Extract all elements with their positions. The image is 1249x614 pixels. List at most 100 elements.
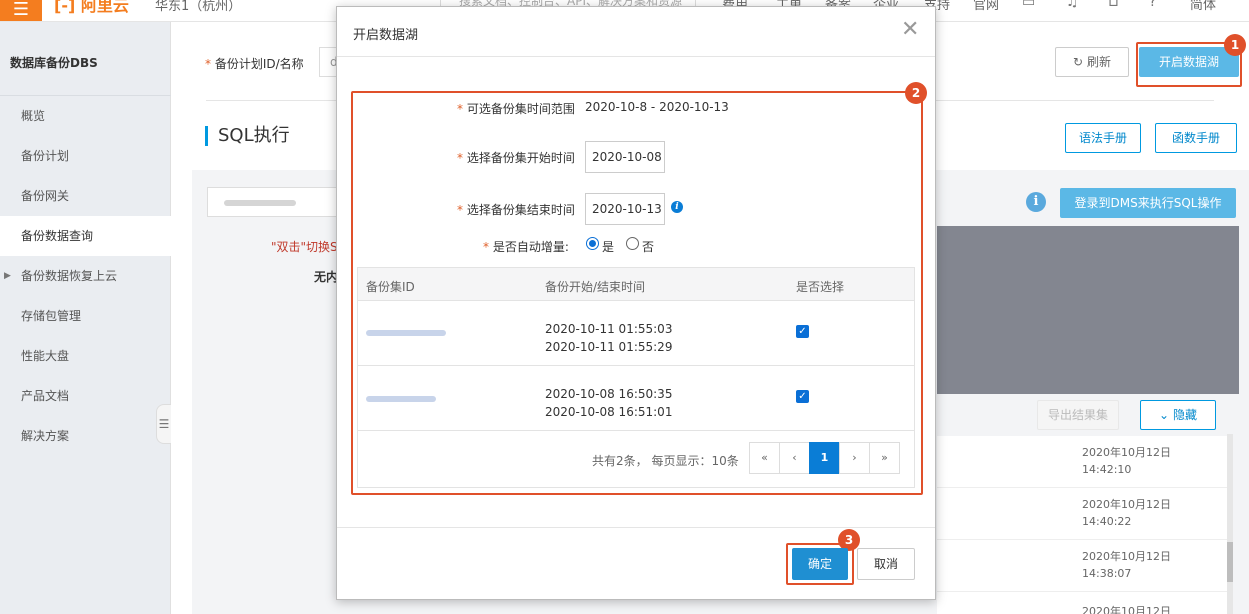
top-link-official-site[interactable]: 官网 xyxy=(973,0,999,13)
table-footer: 共有2条， 每页显示：10条 « ‹ 1 › » xyxy=(357,431,915,488)
start-time-label: * 选择备份集开始时间 xyxy=(457,151,575,165)
backup-time-cell: 2020-10-08 16:50:35 2020-10-08 16:51:01 xyxy=(545,385,672,421)
history-timestamp: 2020年10月12日 14:38:07 xyxy=(1082,548,1171,582)
terminal-icon[interactable]: ▭ xyxy=(1022,0,1035,10)
range-label-text: 可选备份集时间范围 xyxy=(466,102,575,116)
language-switch[interactable]: 简体 xyxy=(1190,0,1216,13)
export-results-button[interactable]: 导出结果集 xyxy=(1037,400,1119,430)
sidebar-item-label: 概览 xyxy=(21,109,46,123)
function-manual-button[interactable]: 函数手册 xyxy=(1155,123,1237,153)
auto-increment-label: * 是否自动增量: xyxy=(483,240,569,254)
sidebar-item-label: 备份数据恢复上云 xyxy=(21,269,118,283)
backup-start-time: 2020-10-08 16:50:35 xyxy=(545,387,673,401)
help-icon[interactable]: ? xyxy=(1149,0,1156,10)
cart-icon[interactable]: ⊔ xyxy=(1108,0,1119,10)
end-time-input[interactable]: 2020-10-13 xyxy=(585,193,665,225)
sidebar-item-label: 产品文档 xyxy=(21,389,70,403)
first-page-button[interactable]: « xyxy=(749,442,780,474)
backup-time-cell: 2020-10-11 01:55:03 2020-10-11 01:55:29 xyxy=(545,320,672,356)
hide-button-label: 隐藏 xyxy=(1172,408,1197,422)
history-time: 14:40:22 xyxy=(1082,515,1132,528)
history-timestamp: 2020年10月12日 14:42:10 xyxy=(1082,444,1171,478)
page-button-1[interactable]: 1 xyxy=(809,442,840,474)
caret-right-icon: ▶ xyxy=(4,271,11,281)
bell-icon[interactable]: ♫ xyxy=(1066,0,1079,10)
range-label: * 可选备份集时间范围 xyxy=(457,102,575,116)
next-page-button[interactable]: › xyxy=(839,442,870,474)
database-select[interactable] xyxy=(207,187,337,217)
history-timestamp: 2020年10月12日 14:40:22 xyxy=(1082,496,1171,530)
close-icon[interactable]: ✕ xyxy=(901,18,919,42)
sidebar-item-backup-data-query[interactable]: 备份数据查询 xyxy=(0,216,171,256)
table-row[interactable]: 2020-10-11 01:55:03 2020-10-11 01:55:29 ✓ xyxy=(357,301,915,366)
blurred-backup-id xyxy=(366,396,436,402)
start-time-input[interactable]: 2020-10-08 xyxy=(585,141,665,173)
history-time: 14:38:07 xyxy=(1082,567,1132,580)
dms-login-button[interactable]: 登录到DMS来执行SQL操作 xyxy=(1060,188,1236,218)
pagination-summary: 共有2条， 每页显示：10条 xyxy=(592,454,739,468)
callout-badge-2: 2 xyxy=(905,82,927,104)
table-row[interactable]: 2020-10-08 16:50:35 2020-10-08 16:51:01 ✓ xyxy=(357,366,915,431)
dialog-footer-divider xyxy=(337,527,935,528)
scrollbar[interactable] xyxy=(1227,434,1233,614)
syntax-manual-button[interactable]: 语法手册 xyxy=(1065,123,1141,153)
sidebar-item-docs[interactable]: 产品文档 xyxy=(0,376,171,416)
auto-increment-no-label[interactable]: 否 xyxy=(642,238,654,255)
page-title: SQL执行 xyxy=(205,126,290,146)
history-date: 2020年10月12日 xyxy=(1082,498,1171,511)
sidebar-item-label: 解决方案 xyxy=(21,429,70,443)
prev-page-button[interactable]: ‹ xyxy=(779,442,810,474)
sidebar-item-backup-plan[interactable]: 备份计划 xyxy=(0,136,171,176)
column-header-time: 备份开始/结束时间 xyxy=(545,280,646,294)
info-icon[interactable]: i xyxy=(1026,192,1046,212)
callout-badge-1: 1 xyxy=(1224,34,1246,56)
hide-button[interactable]: ⌄ 隐藏 xyxy=(1140,400,1216,430)
sidebar-item-storage-package[interactable]: 存储包管理 xyxy=(0,296,171,336)
sql-editor-panel[interactable] xyxy=(937,226,1239,394)
sidebar-item-label: 备份计划 xyxy=(21,149,70,163)
collapse-icon[interactable]: ☰ xyxy=(156,404,172,444)
cancel-button[interactable]: 取消 xyxy=(857,548,915,580)
pagination: « ‹ 1 › » xyxy=(749,442,900,474)
plan-label: * 备份计划ID/名称 xyxy=(205,57,304,71)
empty-state-text: 无内 xyxy=(314,270,339,284)
dialog-header: 开启数据湖 ✕ xyxy=(337,7,935,57)
open-datalake-dialog: 开启数据湖 ✕ 2 * 可选备份集时间范围 2020-10-8 - 2020-1… xyxy=(336,6,936,600)
sidebar-item-performance[interactable]: 性能大盘 xyxy=(0,336,171,376)
brand-logo[interactable]: [-] 阿里云 xyxy=(54,0,129,16)
chevron-down-icon: ⌄ xyxy=(1159,408,1170,422)
sidebar-item-overview[interactable]: 概览 xyxy=(0,96,171,136)
history-row[interactable]: 2020年10月12日 14:38:07 xyxy=(937,540,1227,592)
scrollbar-thumb[interactable] xyxy=(1227,542,1233,582)
auto-increment-yes-label[interactable]: 是 xyxy=(602,238,614,255)
select-checkbox[interactable]: ✓ xyxy=(796,390,809,403)
backup-end-time: 2020-10-08 16:51:01 xyxy=(545,405,673,419)
history-date: 2020年10月12日 xyxy=(1082,446,1171,459)
refresh-button-label: 刷新 xyxy=(1086,55,1111,69)
history-date: 2020年10月12日 xyxy=(1082,605,1171,614)
history-time: 14:42:10 xyxy=(1082,463,1132,476)
sidebar: 数据库备份DBS 概览 备份计划 备份网关 备份数据查询 ▶ 备份数据恢复上云 存… xyxy=(0,22,171,614)
refresh-icon: ↻ xyxy=(1073,55,1084,69)
auto-increment-no-radio[interactable] xyxy=(626,237,639,250)
history-row[interactable]: 2020年10月12日 xyxy=(937,592,1227,614)
auto-increment-yes-radio[interactable] xyxy=(586,237,599,250)
start-time-label-text: 选择备份集开始时间 xyxy=(466,151,575,165)
sidebar-item-backup-gateway[interactable]: 备份网关 xyxy=(0,176,171,216)
sidebar-item-label: 备份数据查询 xyxy=(21,229,94,243)
plan-label-text: 备份计划ID/名称 xyxy=(214,57,304,71)
info-icon[interactable]: i xyxy=(671,201,683,213)
last-page-button[interactable]: » xyxy=(869,442,900,474)
refresh-button[interactable]: ↻ 刷新 xyxy=(1055,47,1129,77)
history-row[interactable]: 2020年10月12日 14:42:10 xyxy=(937,436,1227,488)
history-row[interactable]: 2020年10月12日 14:40:22 xyxy=(937,488,1227,540)
sidebar-item-solutions[interactable]: 解决方案 xyxy=(0,416,171,456)
confirm-button[interactable]: 确定 xyxy=(792,548,848,580)
select-checkbox[interactable]: ✓ xyxy=(796,325,809,338)
hamburger-icon[interactable]: ☰ xyxy=(0,0,42,21)
backup-set-table-header: 备份集ID 备份开始/结束时间 是否选择 xyxy=(357,267,915,301)
history-date: 2020年10月12日 xyxy=(1082,550,1171,563)
region-selector[interactable]: 华东1（杭州） xyxy=(155,0,241,14)
sidebar-item-restore-to-cloud[interactable]: ▶ 备份数据恢复上云 xyxy=(0,256,171,296)
end-time-label-text: 选择备份集结束时间 xyxy=(466,203,575,217)
